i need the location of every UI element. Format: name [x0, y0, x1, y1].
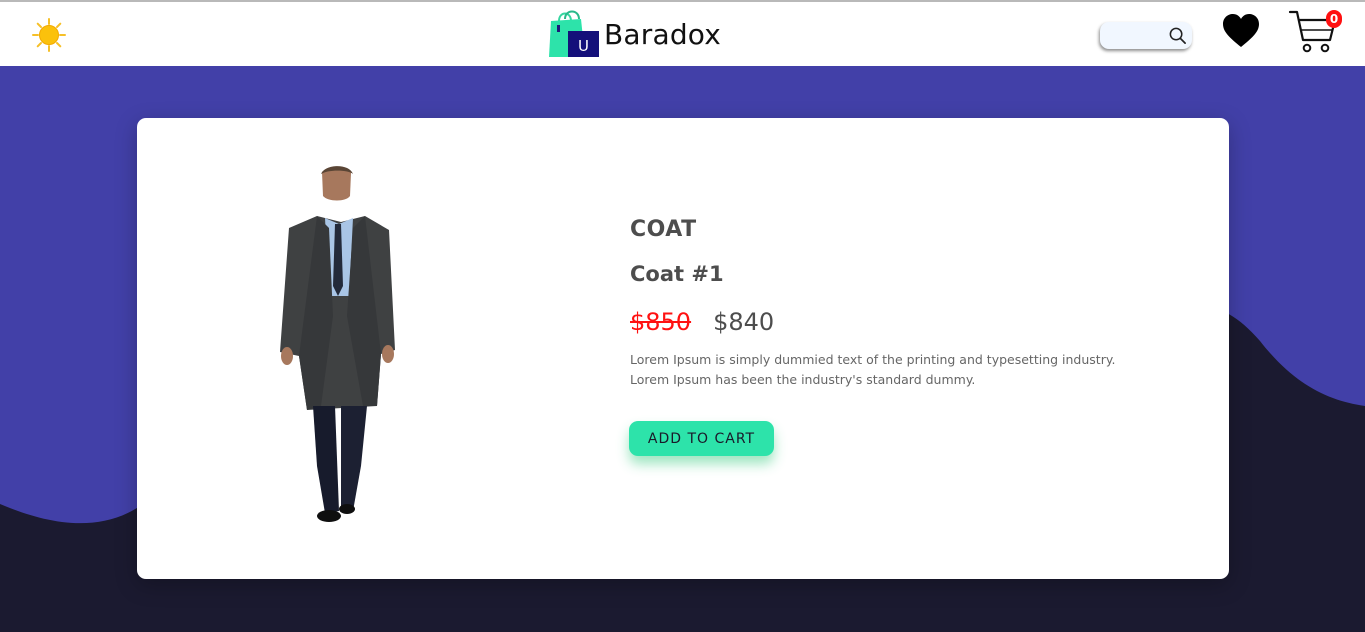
- sun-icon: [32, 18, 66, 52]
- search-icon[interactable]: [1168, 26, 1187, 45]
- theme-toggle[interactable]: [30, 16, 68, 54]
- product-card: COAT Coat #1 $850 $840 Lorem Ipsum is si…: [137, 118, 1229, 579]
- old-price: $850: [630, 308, 692, 336]
- add-to-cart-button[interactable]: ADD TO CART: [629, 421, 774, 456]
- product-category: COAT: [630, 217, 697, 242]
- product-image: [280, 166, 395, 522]
- brand[interactable]: U Baradox: [549, 8, 721, 60]
- shopping-bag-icon: U: [549, 10, 599, 57]
- search-box: [1100, 22, 1192, 49]
- price-row: $850 $840: [630, 308, 774, 336]
- cart-count-badge: 0: [1326, 10, 1342, 28]
- search-input[interactable]: [1106, 25, 1164, 45]
- heart-icon[interactable]: [1222, 13, 1260, 49]
- product-description: Lorem Ipsum is simply dummied text of th…: [630, 352, 1116, 387]
- product-name: Coat #1: [630, 262, 724, 286]
- navbar: U Baradox 0: [0, 2, 1365, 66]
- brand-name: Baradox: [604, 17, 722, 51]
- new-price: $840: [713, 308, 775, 336]
- logo-letter: U: [578, 37, 589, 55]
